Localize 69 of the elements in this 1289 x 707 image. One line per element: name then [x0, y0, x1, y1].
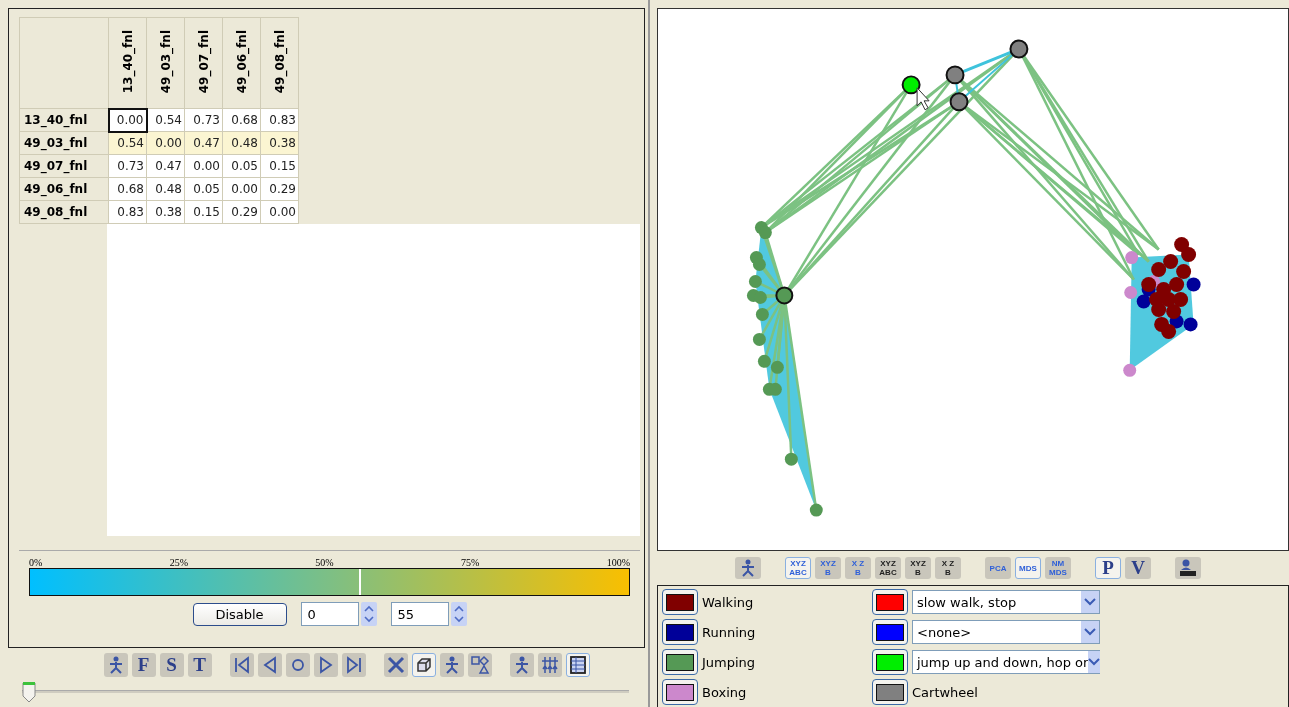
table-row[interactable]: 49_07_fnl 0.73 0.47 0.00 0.05 0.15 [19, 154, 299, 178]
toolbar-button[interactable]: P [1095, 557, 1121, 579]
column-header[interactable]: 13_40_fnl [108, 17, 147, 109]
scale-tick-label: 25% [169, 557, 188, 568]
column-header[interactable]: 49_08_fnl [260, 17, 299, 109]
figure-button[interactable] [103, 653, 128, 677]
table-cell: 0.00 [108, 108, 147, 132]
grid-button[interactable] [565, 653, 590, 677]
row-header: 49_06_fnl [19, 177, 109, 201]
grid-icon [567, 655, 588, 675]
table-row[interactable]: 13_40_fnl 0.00 0.54 0.73 0.68 0.83 [19, 108, 299, 132]
category-label: Cartwheel [912, 684, 978, 700]
scale-tick-label: 75% [460, 557, 480, 568]
dropdown[interactable]: slow walk, stop [912, 590, 1100, 614]
table-row[interactable]: 49_03_fnl 0.54 0.00 0.47 0.48 0.38 [19, 131, 299, 155]
row-header: 49_07_fnl [19, 154, 109, 178]
chevron-down-icon [1081, 591, 1099, 613]
disable-button[interactable]: Disable [192, 602, 287, 626]
category-label: Walking [702, 594, 754, 610]
column-header[interactable]: 49_07_fnl [184, 17, 223, 109]
figure-button[interactable] [509, 653, 534, 677]
row-header: 49_03_fnl [19, 131, 109, 155]
toolbar-button[interactable]: V [1125, 557, 1151, 579]
next-button[interactable] [313, 653, 338, 677]
toolbar-button[interactable]: S [159, 653, 184, 677]
toolbar-button[interactable]: T [187, 653, 212, 677]
shapes-button[interactable] [467, 653, 492, 677]
toolbar-button[interactable]: F [131, 653, 156, 677]
cross-arrows-icon [385, 655, 406, 675]
toolbar-button[interactable]: XYZ ABC [875, 557, 901, 579]
category-label: Boxing [702, 684, 747, 700]
scale-tick-label: 0% [29, 557, 43, 568]
chevron-down-icon [1081, 621, 1099, 643]
shapes-icon [469, 655, 490, 675]
figure-button[interactable] [439, 653, 464, 677]
spinner-arrows-icon[interactable] [360, 602, 377, 626]
number-field[interactable]: 55 [390, 602, 449, 626]
number-field[interactable]: 0 [300, 602, 359, 626]
cross-button[interactable] [383, 653, 408, 677]
scale-tick-label: 50% [315, 557, 334, 568]
chevron-down-icon [1088, 651, 1101, 673]
table-row[interactable]: 49_08_fnl 0.83 0.38 0.15 0.29 0.00 [19, 200, 299, 224]
last-button[interactable] [341, 653, 366, 677]
scale-tick-label: 100% [606, 557, 630, 568]
column-header[interactable]: 49_03_fnl [146, 17, 185, 109]
cube-button[interactable] [411, 653, 436, 677]
first-button[interactable] [229, 653, 254, 677]
category-label: Jumping [702, 654, 756, 670]
category-label: Running [702, 624, 756, 640]
figure-button[interactable] [735, 557, 761, 579]
keyboard-button[interactable] [1175, 557, 1201, 579]
toolbar-button[interactable]: XYZ ABC [785, 557, 811, 579]
threshold-marker[interactable] [359, 569, 362, 595]
row-header: 49_08_fnl [19, 200, 109, 224]
dropdown[interactable]: <none> [912, 620, 1100, 644]
stop-button[interactable] [285, 653, 310, 677]
person-keyboard-icon [1178, 558, 1198, 578]
dropdown[interactable]: jump up and down, hop or [912, 650, 1100, 674]
row-header: 13_40_fnl [19, 108, 109, 132]
figures-icon [539, 655, 560, 675]
spinner-arrows-icon[interactable] [450, 602, 467, 626]
toolbar-button[interactable]: MDS [1015, 557, 1041, 579]
toolbar-button[interactable]: X Z B [935, 557, 961, 579]
prev-button[interactable] [257, 653, 282, 677]
column-header[interactable]: 49_06_fnl [222, 17, 261, 109]
toolbar-button[interactable]: XYZ B [905, 557, 931, 579]
cursor-icon [916, 87, 930, 111]
table-row[interactable]: 49_06_fnl 0.68 0.48 0.05 0.00 0.29 [19, 177, 299, 201]
figures-button[interactable] [537, 653, 562, 677]
